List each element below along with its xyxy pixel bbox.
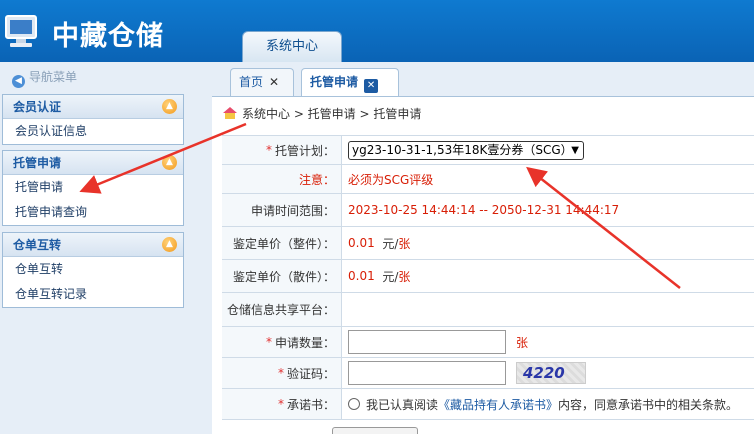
required-mark: * — [277, 366, 284, 380]
price-unit-sheet: 张 — [398, 236, 411, 251]
collapse-up-icon[interactable]: ▲ — [162, 155, 177, 170]
time-range-value: 2023-10-25 14:44:14 -- 2050-12-31 14:44:… — [348, 203, 620, 217]
qty-label-text: 申请数量： — [274, 335, 335, 350]
logo-text: 中藏仓储 — [52, 21, 164, 52]
custody-form: * 托管计划： yg23-10-31-1,53年18K壹分券（SCG） ▼ 注意：… — [222, 135, 754, 420]
promise-prefix: 我已认真阅读 — [366, 397, 439, 412]
breadcrumb: 系统中心 > 托管申请 > 托管申请 — [222, 103, 421, 125]
time-label-text: 申请时间范围： — [250, 203, 335, 218]
note-label: 注意： — [222, 165, 342, 193]
plan-value-cell: yg23-10-31-1,53年18K壹分券（SCG） ▼ — [342, 136, 754, 164]
price-loose-label-text: 鉴定单价（散件）： — [232, 269, 335, 284]
sidebar-item-transfer[interactable]: 仓单互转 — [3, 257, 183, 282]
sidebar-item-custody-apply[interactable]: 托管申请 — [3, 175, 183, 200]
app-header: 中藏仓储 系统中心 — [0, 0, 754, 62]
plan-label: * 托管计划： — [222, 136, 342, 164]
note-value: 必须为SCG评级 — [348, 172, 434, 187]
platform-label: 仓储信息共享平台： — [222, 293, 342, 326]
sidebar-item-transfer-record[interactable]: 仓单互转记录 — [3, 282, 183, 307]
group-title-label: 托管申请 — [13, 156, 62, 170]
price-whole-cell: 0.01 元/张 — [342, 227, 754, 259]
tab-system-center[interactable]: 系统中心 — [242, 31, 342, 62]
plan-select[interactable]: yg23-10-31-1,53年18K壹分券（SCG） ▼ — [348, 140, 584, 160]
collapse-up-icon[interactable]: ▲ — [162, 237, 177, 252]
sidebar-item-custody-query[interactable]: 托管申请查询 — [3, 200, 183, 225]
row-note: 注意： 必须为SCG评级 — [222, 165, 754, 194]
time-value-cell: 2023-10-25 14:44:14 -- 2050-12-31 14:44:… — [342, 194, 754, 226]
group-title-label: 会员认证 — [13, 100, 62, 114]
nav-menu-header[interactable]: ◀ 导航菜单 — [0, 62, 184, 92]
code-label-text: 验证码： — [286, 366, 335, 381]
tab-custody-apply[interactable]: 托管申请 ✕ — [301, 68, 399, 96]
group-title-transfer[interactable]: 仓单互转 ▲ — [3, 233, 183, 257]
close-icon[interactable]: ✕ — [269, 75, 279, 89]
nav-menu-title: 导航菜单 — [29, 70, 78, 84]
row-price-loose: 鉴定单价（散件）： 0.01 元/张 — [222, 260, 754, 293]
promise-label: * 承诺书： — [222, 389, 342, 419]
captcha-image[interactable]: 4220 — [516, 362, 586, 384]
main-panel: 首页 ✕ 托管申请 ✕ 系统中心 > 托管申请 > 托管申请 * 托管计划： yg23… — [212, 62, 754, 434]
tab-bar: 首页 ✕ 托管申请 ✕ — [212, 62, 754, 96]
promise-suffix: 内容，同意承诺书中的相关条款。 — [558, 397, 739, 412]
promise-radio[interactable] — [348, 398, 360, 410]
row-promise: * 承诺书： 我已认真阅读 《藏品持有人承诺书》 内容，同意承诺书中的相关条款。 — [222, 389, 754, 420]
content-area: 系统中心 > 托管申请 > 托管申请 * 托管计划： yg23-10-31-1,5… — [212, 96, 754, 434]
plan-label-text: 托管计划： — [274, 143, 335, 158]
note-label-text: 注意： — [298, 172, 335, 187]
platform-cell — [342, 293, 754, 326]
quantity-input[interactable] — [348, 330, 506, 354]
promise-link[interactable]: 《藏品持有人承诺书》 — [438, 396, 558, 413]
collapse-up-icon[interactable]: ▲ — [162, 99, 177, 114]
price-unit: 元/ — [382, 269, 399, 284]
row-captcha: * 验证码： 4220 — [222, 358, 754, 389]
price-whole-label: 鉴定单价（整件）： — [222, 227, 342, 259]
back-arrow-icon: ◀ — [12, 75, 25, 88]
price-whole-value: 0.01 — [348, 236, 375, 250]
promise-label-text: 承诺书： — [286, 397, 335, 412]
price-loose-label: 鉴定单价（散件）： — [222, 260, 342, 292]
time-label: 申请时间范围： — [222, 194, 342, 226]
home-icon — [223, 107, 237, 119]
qty-label: * 申请数量： — [222, 327, 342, 357]
chevron-down-icon: ▼ — [571, 144, 579, 156]
nav-group-member: 会员认证 ▲ 会员认证信息 — [2, 94, 184, 145]
note-value-cell: 必须为SCG评级 — [342, 165, 754, 193]
required-mark: * — [265, 335, 272, 349]
required-mark: * — [277, 397, 284, 411]
group-title-label: 仓单互转 — [13, 238, 62, 252]
group-title-member[interactable]: 会员认证 ▲ — [3, 95, 183, 119]
row-quantity: * 申请数量： 张 — [222, 327, 754, 358]
group-title-custody[interactable]: 托管申请 ▲ — [3, 151, 183, 175]
promise-cell: 我已认真阅读 《藏品持有人承诺书》 内容，同意承诺书中的相关条款。 — [342, 389, 754, 419]
sidebar: ◀ 导航菜单 会员认证 ▲ 会员认证信息 托管申请 ▲ 托管申请 托管申请查询 仓… — [0, 62, 184, 434]
qty-unit: 张 — [516, 335, 529, 350]
required-mark: * — [265, 143, 272, 157]
nav-group-transfer: 仓单互转 ▲ 仓单互转 仓单互转记录 — [2, 232, 184, 308]
captcha-input[interactable] — [348, 361, 506, 385]
monitor-logo-icon — [5, 15, 37, 47]
row-plan: * 托管计划： yg23-10-31-1,53年18K壹分券（SCG） ▼ — [222, 136, 754, 165]
tab-home-label: 首页 — [239, 75, 264, 89]
breadcrumb-text: 系统中心 > 托管申请 > 托管申请 — [242, 107, 422, 121]
code-label: * 验证码： — [222, 358, 342, 388]
price-unit-sheet: 张 — [398, 269, 411, 284]
qty-cell: 张 — [342, 327, 754, 357]
price-loose-value: 0.01 — [348, 269, 375, 283]
tab-home[interactable]: 首页 ✕ — [230, 68, 294, 96]
platform-label-text: 仓储信息共享平台： — [226, 303, 335, 317]
row-platform: 仓储信息共享平台： — [222, 293, 754, 327]
tab-active-label: 托管申请 — [310, 75, 359, 89]
submit-button[interactable] — [332, 427, 418, 434]
price-whole-label-text: 鉴定单价（整件）： — [232, 236, 335, 251]
code-cell: 4220 — [342, 358, 754, 388]
plan-select-value: yg23-10-31-1,53年18K壹分券（SCG） — [352, 142, 573, 157]
price-unit: 元/ — [382, 236, 399, 251]
price-loose-cell: 0.01 元/张 — [342, 260, 754, 292]
row-price-whole: 鉴定单价（整件）： 0.01 元/张 — [222, 227, 754, 260]
row-time: 申请时间范围： 2023-10-25 14:44:14 -- 2050-12-3… — [222, 194, 754, 227]
close-icon[interactable]: ✕ — [364, 79, 379, 93]
nav-group-custody: 托管申请 ▲ 托管申请 托管申请查询 — [2, 150, 184, 226]
sidebar-item-member-info[interactable]: 会员认证信息 — [3, 119, 183, 144]
